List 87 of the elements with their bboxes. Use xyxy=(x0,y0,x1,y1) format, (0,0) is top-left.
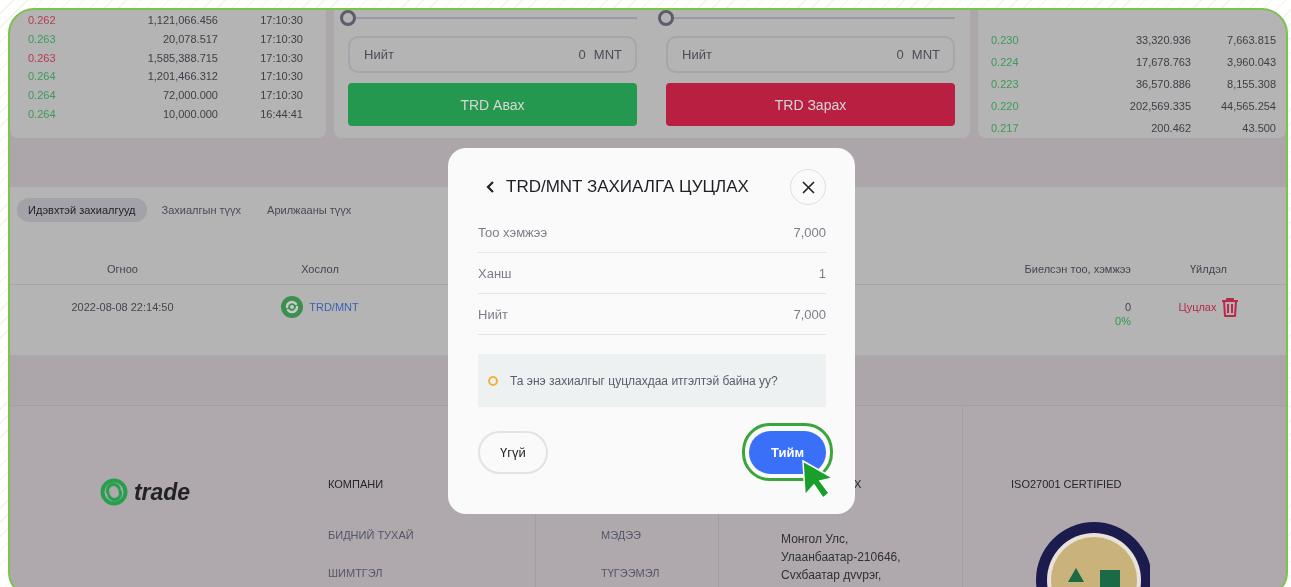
total-text: 44,565.254 xyxy=(1219,100,1276,112)
filled-amount: 0 xyxy=(1124,301,1131,313)
amount-text: 33,320.936 xyxy=(1134,34,1191,46)
detail-label: Ханш xyxy=(478,265,512,281)
price-text: 0.264 xyxy=(28,70,57,83)
footer-heading: КОМПАНИ xyxy=(328,478,385,492)
amount-text: 1,201,466.312 xyxy=(146,70,218,83)
time-text: 17:10:30 xyxy=(259,14,303,27)
time-text: 16:44:41 xyxy=(259,107,303,120)
cancel-button[interactable]: Үгүй xyxy=(478,431,548,474)
currency-unit: MNT xyxy=(593,47,622,62)
time-text: 17:10:30 xyxy=(259,89,303,102)
time-text: 17:10:30 xyxy=(259,33,303,46)
amount-slider[interactable] xyxy=(658,10,955,26)
footer-link[interactable]: МЭДЭЭ xyxy=(601,528,718,542)
total-text: 7,663.815 xyxy=(1226,34,1276,46)
price-text: 0.217 xyxy=(991,122,1020,134)
notice-text: Та энэ захиалгыг цуцлахдаа итгэлтэй байна уу? xyxy=(510,373,778,388)
amount-text: 202,569.335 xyxy=(1128,100,1191,112)
total-input-field[interactable]: Нийт 0 MNT xyxy=(348,36,637,73)
amount-text: 1,585,388.715 xyxy=(146,51,218,64)
logo-text: trade xyxy=(133,478,191,506)
detail-value: 7,000 xyxy=(793,224,826,240)
field-value: 0 xyxy=(578,47,586,62)
column-header: Огноо xyxy=(106,262,139,275)
tab[interactable]: Захиалгын түүх xyxy=(150,198,253,222)
total-text: 43.500 xyxy=(1241,122,1276,134)
footer-heading: ISO27001 CERTIFIED xyxy=(1011,478,1123,490)
detail-value: 7,000 xyxy=(793,306,826,322)
date-cell-text: 2022-08-08 22:14:50 xyxy=(70,301,175,313)
slider-handle[interactable] xyxy=(340,10,356,26)
price-text: 0.264 xyxy=(28,89,57,102)
close-icon xyxy=(801,180,815,194)
warning-dot-icon xyxy=(488,375,498,386)
address-line: Монгол Улс, xyxy=(781,531,850,548)
total-input-field[interactable]: Нийт 0 MNT xyxy=(666,36,955,73)
buy-button[interactable]: TRD Авах xyxy=(348,83,637,126)
column-header: Үйлдэл xyxy=(1189,262,1228,275)
amount-text: 1,121,066.456 xyxy=(146,14,218,27)
column-header: Хослол xyxy=(300,262,340,275)
footer-heading: Х xyxy=(854,478,863,492)
tab[interactable]: Идэвхтэй захиалгууд xyxy=(17,198,147,222)
amount-text: 17,678.763 xyxy=(1134,56,1191,68)
currency-unit: MNT xyxy=(911,47,940,62)
detail-label: Нийт xyxy=(478,306,508,322)
logo-icon xyxy=(99,478,128,506)
trash-icon[interactable] xyxy=(1220,296,1239,318)
total-text: 8,155.308 xyxy=(1226,78,1276,90)
price-text: 0.223 xyxy=(991,78,1020,90)
cancel-link[interactable]: Цуцлах xyxy=(1178,301,1217,313)
footer-link[interactable]: ШИМТГЭЛ xyxy=(328,566,535,580)
price-text: 0.264 xyxy=(28,107,57,120)
address-line: Улаанбаатар-210646, xyxy=(781,549,902,566)
confirm-button[interactable]: Тийм xyxy=(748,431,826,474)
amount-text: 20,078.517 xyxy=(161,33,218,46)
pair-link[interactable]: TRD/MNT xyxy=(309,301,359,313)
price-text: 0.224 xyxy=(991,56,1020,68)
detail-label: Тоо хэмжээ xyxy=(478,224,548,240)
field-label: Нийт xyxy=(682,47,712,62)
back-icon[interactable] xyxy=(486,181,495,193)
amount-slider[interactable] xyxy=(340,10,637,26)
sell-button[interactable]: TRD Зарах xyxy=(666,83,955,126)
filled-percent: 0% xyxy=(1115,315,1131,327)
close-button[interactable] xyxy=(790,169,826,205)
column-header: Биелсэн тоо, хэмжээ xyxy=(1023,262,1131,275)
price-text: 0.262 xyxy=(28,14,57,27)
dialog-title: TRD/MNT ЗАХИАЛГА ЦУЦЛАХ xyxy=(506,177,749,197)
coin-logo-icon xyxy=(281,296,304,318)
slider-handle[interactable] xyxy=(658,10,674,26)
address-line: Сvхбаатар дvvрэг, xyxy=(781,567,883,584)
amount-text: 36,570.886 xyxy=(1134,78,1191,90)
price-text: 0.263 xyxy=(28,33,57,46)
price-text: 0.230 xyxy=(991,34,1020,46)
time-text: 17:10:30 xyxy=(259,70,303,83)
footer-link[interactable]: ТҮГЭЭМЭЛ xyxy=(601,566,718,580)
price-text: 0.220 xyxy=(991,100,1020,112)
footer-link[interactable]: БИДНИЙ ТУХАЙ xyxy=(328,528,535,542)
total-text: 3,960.043 xyxy=(1226,56,1276,68)
detail-value: 1 xyxy=(818,265,826,281)
field-label: Нийт xyxy=(364,47,394,62)
tab[interactable]: Арилжааны түүх xyxy=(256,198,363,222)
amount-text: 10,000.000 xyxy=(161,107,218,120)
time-text: 17:10:30 xyxy=(259,51,303,64)
amount-text: 72,000.000 xyxy=(161,89,218,102)
amount-text: 200.462 xyxy=(1150,122,1191,134)
field-value: 0 xyxy=(896,47,904,62)
price-text: 0.263 xyxy=(28,51,57,64)
